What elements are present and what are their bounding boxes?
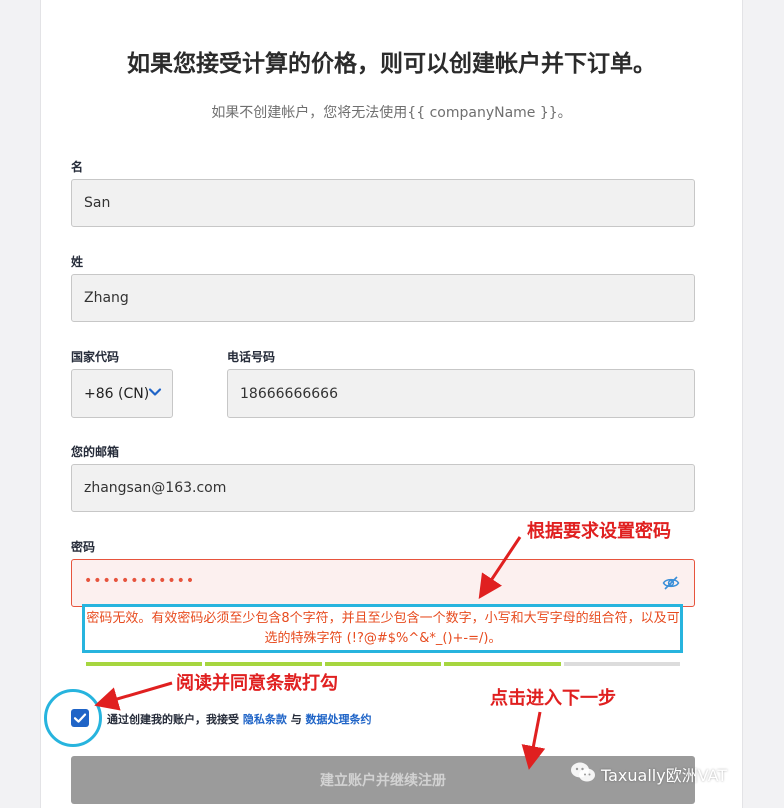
- first-name-input[interactable]: [71, 179, 695, 227]
- phone-label: 电话号码: [227, 350, 276, 364]
- watermark-text: Taxually欧洲VAT: [601, 766, 728, 785]
- page-title: 如果您接受计算的价格，则可以创建帐户并下订单。: [127, 51, 656, 77]
- country-code-value: +86 (CN): [84, 385, 150, 402]
- last-name-label: 姓: [71, 255, 84, 269]
- terms-checkbox[interactable]: [71, 709, 89, 727]
- watermark: Taxually欧洲VAT: [570, 761, 727, 787]
- terms-annotation: 阅读并同意条款打勾: [176, 673, 338, 694]
- password-masked-value: ••••••••••••: [84, 573, 196, 589]
- country-code-select[interactable]: +86 (CN): [71, 369, 173, 418]
- email-label: 您的邮箱: [71, 445, 120, 459]
- last-name-input[interactable]: [71, 274, 695, 322]
- strength-segment: [444, 662, 561, 666]
- privacy-terms-link[interactable]: 隐私条款: [243, 713, 287, 726]
- country-code-label: 国家代码: [71, 350, 120, 364]
- first-name-label: 名: [71, 160, 84, 174]
- strength-segment: [563, 662, 680, 666]
- strength-segment: [205, 662, 322, 666]
- phone-input[interactable]: [227, 369, 695, 418]
- strength-segment: [324, 662, 442, 666]
- terms-text: 通过创建我的账户，我接受 隐私条款 与 数据处理条约: [107, 711, 372, 727]
- page-subtitle: 如果不创建帐户，您将无法使用{{ companyName }}。: [211, 105, 572, 121]
- password-label: 密码: [71, 540, 96, 554]
- email-input[interactable]: [71, 464, 695, 512]
- data-processing-link[interactable]: 数据处理条约: [306, 713, 372, 726]
- strength-segment: [86, 662, 203, 666]
- password-annotation: 根据要求设置密码: [527, 521, 671, 542]
- password-error-message: 密码无效。有效密码必须至少包含8个字符，并且至少包含一个数字，小写和大写字母的组…: [86, 611, 680, 646]
- terms-prefix: 通过创建我的账户，我接受: [107, 713, 239, 726]
- password-input[interactable]: ••••••••••••: [71, 559, 695, 607]
- wechat-icon: [570, 761, 596, 787]
- check-icon: [73, 713, 87, 723]
- next-step-annotation: 点击进入下一步: [490, 688, 616, 709]
- terms-conjunction: 与: [290, 713, 302, 726]
- chevron-down-icon: [148, 385, 162, 403]
- eye-off-icon[interactable]: [662, 574, 680, 596]
